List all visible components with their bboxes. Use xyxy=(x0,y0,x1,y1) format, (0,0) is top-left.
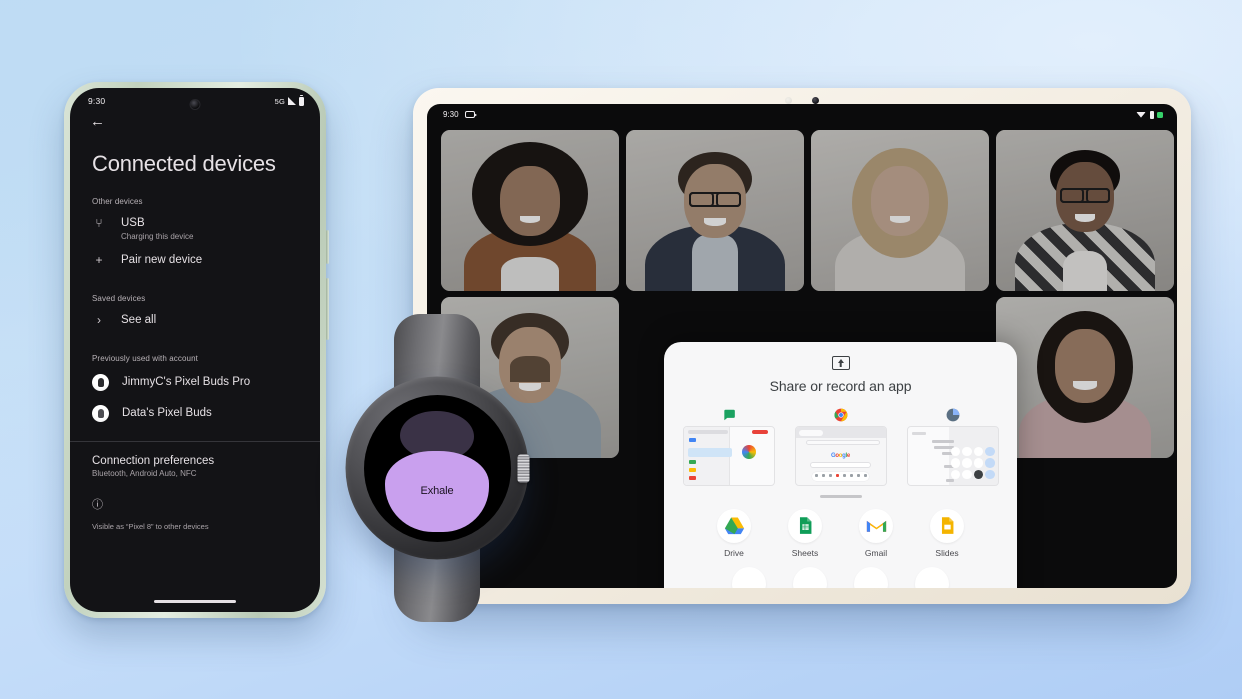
video-tile-participant-3[interactable] xyxy=(811,130,989,291)
section-header-saved-devices: Saved devices xyxy=(92,294,146,303)
video-camera-icon xyxy=(464,111,477,118)
home-gesture-pill[interactable] xyxy=(154,600,236,603)
messages-icon xyxy=(722,408,736,422)
breathing-blob-light: Exhale xyxy=(385,450,489,532)
share-panel-title: Share or record an app xyxy=(769,378,912,394)
section-header-other-devices: Other devices xyxy=(92,197,143,206)
glasses-icon xyxy=(1060,188,1110,203)
phone-screen: 9:30 5G ← Connected devices Other device… xyxy=(70,88,320,612)
wifi-icon xyxy=(1136,111,1146,118)
app-label: Gmail xyxy=(864,547,888,558)
preferences-subtitle: Bluetooth, Android Auto, NFC xyxy=(92,469,197,478)
calculator-icon xyxy=(946,408,960,422)
thumbnail-preview: Google xyxy=(794,426,887,486)
tablet-status-left: 9:30 xyxy=(443,110,477,119)
app-shortcut-slides[interactable]: Slides xyxy=(925,508,969,558)
tablet-screen: 9:30 Share or record an app Google Drive… xyxy=(427,104,1177,588)
video-call-grid: Share or record an app Google Drive Shee… xyxy=(441,130,1174,588)
visibility-note: Visible as “Pixel 8” to other devices xyxy=(92,522,209,531)
list-item-connection-preferences[interactable]: Connection preferences Bluetooth, Androi… xyxy=(70,442,320,478)
video-tile-participant-4[interactable] xyxy=(996,130,1174,291)
list-item-title: Pair new device xyxy=(121,254,203,266)
phone-power-button[interactable] xyxy=(325,230,329,264)
watch-screen[interactable]: Exhale xyxy=(363,394,511,542)
battery-icon xyxy=(299,95,304,106)
app-shortcut-row-1: Drive Sheets Gmail Slides xyxy=(664,508,1017,558)
watch-body: Exhale xyxy=(345,376,530,560)
app-shortcut-gmail[interactable]: Gmail xyxy=(854,508,898,558)
breathing-instruction-label: Exhale xyxy=(420,485,454,497)
list-item-usb[interactable]: ⑂ USB Charging this device xyxy=(70,210,320,247)
light-sensor-icon xyxy=(785,97,792,104)
tablet-camera-group xyxy=(785,97,819,104)
list-item-jimmyc-pixel-buds-pro[interactable]: JimmyC's Pixel Buds Pro xyxy=(70,367,320,398)
preferences-title: Connection preferences xyxy=(92,455,215,467)
list-item-subtitle: Charging this device xyxy=(121,232,194,241)
list-item-datas-pixel-buds[interactable]: Data's Pixel Buds xyxy=(70,398,320,429)
plus-icon: + xyxy=(95,253,103,267)
app-label: Slides xyxy=(935,547,959,558)
slides-icon xyxy=(930,508,964,543)
app-shortcut-sheets[interactable]: Sheets xyxy=(783,508,827,558)
network-type-label: 5G xyxy=(274,96,285,106)
sheets-icon xyxy=(788,508,822,543)
photos-icon[interactable] xyxy=(915,566,949,588)
earbuds-avatar xyxy=(92,374,109,391)
calendar-icon[interactable] xyxy=(854,566,888,588)
device-name: Data's Pixel Buds xyxy=(122,407,212,419)
front-camera-icon xyxy=(189,99,201,110)
drag-handle[interactable] xyxy=(819,495,862,498)
app-shortcut-drive[interactable]: Drive xyxy=(712,508,756,558)
video-tile-participant-6[interactable] xyxy=(996,297,1174,458)
info-circle-icon[interactable]: ⓘ xyxy=(70,478,320,512)
app-label: Sheets xyxy=(791,547,819,558)
pixel-phone-device: 9:30 5G ← Connected devices Other device… xyxy=(64,82,329,618)
drive-icon xyxy=(717,508,751,543)
list-item-title: USB xyxy=(121,217,145,229)
app-preview-thumbnails: Google xyxy=(664,408,1017,486)
signal-bars-icon xyxy=(288,97,296,105)
app-label: Drive xyxy=(724,547,744,558)
battery-icon xyxy=(1157,111,1163,118)
video-tile-participant-2[interactable] xyxy=(626,130,804,291)
share-or-record-panel: Share or record an app Google Drive Shee… xyxy=(664,342,1017,588)
thumbnail-preview xyxy=(682,426,775,486)
pixel-watch-device: Exhale xyxy=(339,314,535,622)
device-name: JimmyC's Pixel Buds Pro xyxy=(122,376,251,388)
glasses-icon xyxy=(689,192,741,207)
signal-icon xyxy=(1149,110,1154,119)
video-tile-participant-1[interactable] xyxy=(441,130,619,291)
earbuds-avatar xyxy=(92,405,109,422)
tablet-clock: 9:30 xyxy=(443,110,459,119)
list-item-see-all[interactable]: › See all xyxy=(70,307,320,334)
thumbnail-chrome[interactable]: Google xyxy=(794,408,887,486)
youtube-icon[interactable] xyxy=(793,566,827,588)
tablet-status-icons xyxy=(1136,110,1163,119)
tablet-status-bar: 9:30 xyxy=(427,104,1177,119)
usb-icon: ⑂ xyxy=(95,216,103,230)
phone-status-icons: 5G xyxy=(274,95,304,106)
list-item-pair-new-device[interactable]: + Pair new device xyxy=(70,247,320,274)
thumbnail-preview xyxy=(906,426,999,486)
app-shortcut-row-2 xyxy=(664,566,1017,588)
list-item-title: See all xyxy=(121,314,157,326)
phone-volume-button[interactable] xyxy=(325,278,329,340)
thumbnail-messages[interactable] xyxy=(682,408,775,486)
thumbnail-calculator[interactable] xyxy=(906,408,999,486)
page-title: Connected devices xyxy=(92,151,276,176)
side-crown-button[interactable] xyxy=(517,454,530,482)
chrome-icon xyxy=(834,408,848,422)
front-camera-icon xyxy=(812,97,819,104)
section-header-previously-used: Previously used with account xyxy=(92,354,198,363)
gmail-icon xyxy=(859,508,893,543)
phone-clock: 9:30 xyxy=(88,96,106,106)
chevron-right-icon: › xyxy=(97,313,101,327)
screen-share-icon xyxy=(831,356,850,370)
maps-icon[interactable] xyxy=(732,566,766,588)
